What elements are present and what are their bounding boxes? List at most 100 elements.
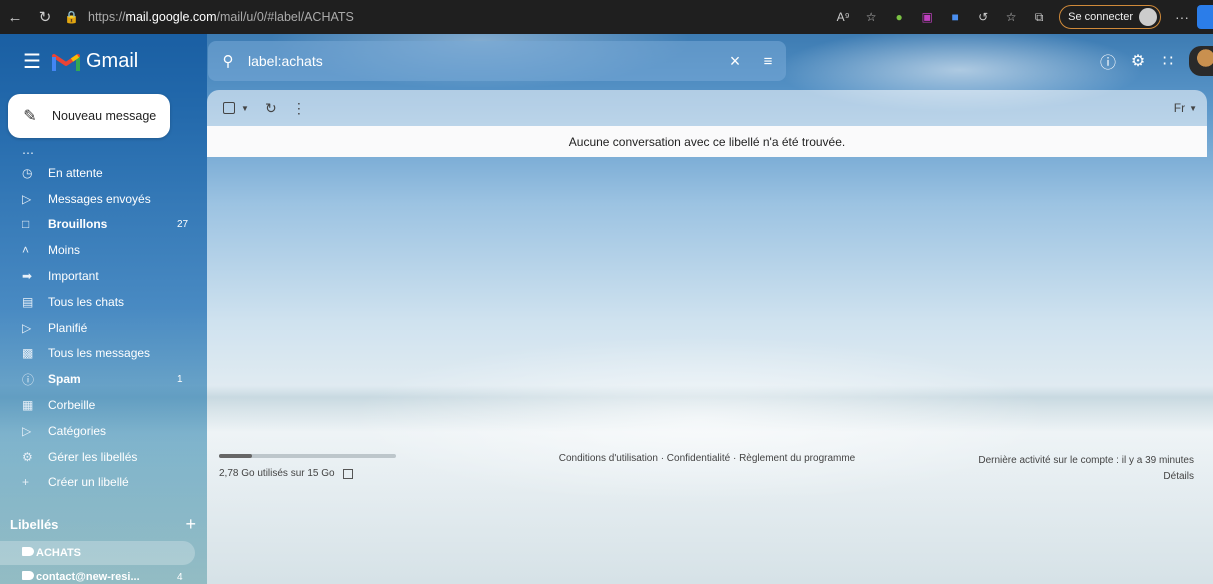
extension-icon[interactable]: ●	[885, 0, 913, 34]
details-link[interactable]: Détails	[978, 469, 1194, 485]
apps-grid-icon[interactable]: ∷	[1153, 46, 1183, 76]
gmail-header: ☰ Gmail ⚲ label:achats × ≡ ⓘ ⚙ ∷	[0, 34, 1213, 90]
read-aloud-icon[interactable]: A⁹	[829, 0, 857, 34]
mail-footer: 2,78 Go utilisés sur 15 Go Conditions d'…	[207, 450, 1207, 490]
refresh-mail-icon[interactable]: ↻	[257, 100, 285, 117]
more-vert-icon[interactable]: ⋮	[285, 100, 313, 117]
gear-icon: ⚙	[22, 449, 33, 464]
sidebar-item-drafts[interactable]: □ Brouillons 27	[0, 212, 207, 238]
dots-icon: ⋯	[22, 146, 34, 160]
scheduled-icon: ▷	[22, 320, 32, 335]
browser-toolbar: ← ↻ 🔒 https://mail.google.com/mail/u/0/#…	[0, 0, 1213, 34]
main-content: ▼ ↻ ⋮ Fr ▼ Aucune conversation avec ce l…	[207, 90, 1207, 584]
sidebar-item-less[interactable]: ˄ Moins	[0, 237, 207, 263]
label-item-contact[interactable]: contact@new-resi... 4	[0, 565, 207, 584]
label-icon	[22, 571, 34, 580]
sidebar-item-spam[interactable]: ⓘ Spam 1	[0, 366, 207, 392]
clear-search-icon[interactable]: ×	[720, 51, 750, 72]
url-prefix: https://	[88, 10, 126, 24]
search-input[interactable]: label:achats	[248, 53, 720, 69]
browser-essentials-icon[interactable]: ↺	[969, 0, 997, 34]
sidebar-nav: ⋯ ◷ En attente ▷ Messages envoyés □ Brou…	[0, 146, 207, 495]
sidebar-item-label: Planifié	[48, 320, 88, 335]
clock-icon: ◷	[22, 165, 33, 180]
labels-list: ACHATS contact@new-resi... 4	[0, 541, 207, 584]
important-icon: ➡	[22, 269, 33, 284]
sidebar-item-count: 1	[177, 373, 183, 385]
sidebar-item-label: Messages envoyés	[48, 191, 151, 206]
compose-button[interactable]: ✎ Nouveau message	[8, 94, 170, 138]
last-activity: Dernière activité sur le compte : il y a…	[978, 455, 1194, 466]
label-item-name: ACHATS	[36, 547, 82, 559]
trash-icon: ▦	[22, 398, 34, 413]
search-bar[interactable]: ⚲ label:achats × ≡	[208, 41, 786, 81]
help-icon[interactable]: ⓘ	[1093, 46, 1123, 76]
gmail-m-icon	[52, 53, 80, 71]
all-mail-icon: ▩	[22, 346, 34, 361]
sidebar-item-trash[interactable]: ▦ Corbeille	[0, 392, 207, 418]
sidebar-item-label: En attente	[48, 165, 103, 180]
sidebar-item-manage-labels[interactable]: ⚙ Gérer les libellés	[0, 444, 207, 470]
lock-icon: 🔒	[64, 10, 79, 24]
sign-in-label: Se connecter	[1068, 11, 1133, 23]
account-avatar[interactable]	[1189, 46, 1213, 76]
favorite-icon[interactable]: ☆	[857, 0, 885, 34]
input-tools-button[interactable]: Fr ▼	[1174, 101, 1197, 115]
favorites-bar-icon[interactable]: ☆	[997, 0, 1025, 34]
sidebar-item-create-label[interactable]: + Créer un libellé	[0, 470, 207, 496]
extension-icon[interactable]: ▣	[913, 0, 941, 34]
search-options-icon[interactable]: ≡	[750, 53, 786, 70]
storage-text: 2,78 Go utilisés sur 15 Go	[219, 468, 335, 479]
select-all-checkbox[interactable]	[223, 102, 235, 114]
chevron-up-icon: ˄	[22, 243, 30, 258]
caret-down-icon: ▼	[1189, 103, 1197, 113]
url-path: /mail/u/0/#label/ACHATS	[216, 10, 354, 24]
collections-icon[interactable]: ⧉	[1025, 0, 1053, 34]
sidebar-item-count: 27	[177, 218, 189, 230]
add-label-icon[interactable]: +	[185, 514, 196, 535]
sign-in-button[interactable]: Se connecter	[1059, 5, 1161, 29]
open-in-new-icon[interactable]	[342, 468, 353, 479]
sidebar-item-sent[interactable]: ▷ Messages envoyés	[0, 186, 207, 212]
draft-icon: □	[22, 217, 30, 232]
chat-icon: ▤	[22, 294, 34, 309]
sidebar-item-categories[interactable]: ▷ Catégories	[0, 418, 207, 444]
copilot-icon[interactable]	[1197, 5, 1213, 29]
mail-toolbar: ▼ ↻ ⋮ Fr ▼	[207, 90, 1207, 126]
refresh-icon[interactable]: ↻	[30, 0, 60, 34]
sidebar-item-partial[interactable]: ⋯	[0, 146, 207, 160]
address-bar[interactable]: 🔒 https://mail.google.com/mail/u/0/#labe…	[64, 4, 824, 30]
sidebar-item-label: Spam	[48, 372, 81, 387]
labels-title: Libellés	[10, 516, 59, 532]
sidebar-item-important[interactable]: ➡ Important	[0, 263, 207, 289]
more-icon[interactable]: ···	[1167, 9, 1197, 25]
sidebar-item-snoozed[interactable]: ◷ En attente	[0, 160, 207, 186]
sidebar-item-all-mail[interactable]: ▩ Tous les messages	[0, 341, 207, 367]
extension-icon[interactable]: ■	[941, 0, 969, 34]
send-icon: ▷	[22, 191, 32, 206]
select-dropdown-icon[interactable]: ▼	[241, 104, 249, 113]
sidebar-item-label: Important	[48, 269, 99, 284]
url-host: mail.google.com	[125, 10, 217, 24]
label-item-achats[interactable]: ACHATS	[0, 541, 195, 565]
compose-label: Nouveau message	[52, 109, 157, 123]
back-icon[interactable]: ←	[0, 0, 30, 34]
sidebar-item-chats[interactable]: ▤ Tous les chats	[0, 289, 207, 315]
settings-gear-icon[interactable]: ⚙	[1123, 46, 1153, 76]
label-icon	[22, 547, 34, 556]
spam-icon: ⓘ	[22, 372, 35, 387]
sidebar-item-scheduled[interactable]: ▷ Planifié	[0, 315, 207, 341]
search-icon[interactable]: ⚲	[208, 52, 248, 70]
sidebar-item-label: Créer un libellé	[48, 475, 129, 490]
profile-icon	[1139, 8, 1157, 26]
sidebar-item-label: Tous les chats	[48, 294, 125, 309]
app-name: Gmail	[86, 50, 139, 72]
input-tools-label: Fr	[1173, 101, 1186, 115]
main-menu-icon[interactable]: ☰	[20, 50, 44, 74]
sidebar-item-label: Corbeille	[48, 398, 96, 413]
gmail-logo[interactable]: Gmail	[52, 50, 138, 73]
sidebar-item-label: Brouillons	[48, 217, 108, 232]
sidebar-item-label: Catégories	[48, 423, 107, 438]
pencil-icon: ✎	[23, 108, 37, 125]
plus-icon: +	[22, 475, 30, 490]
